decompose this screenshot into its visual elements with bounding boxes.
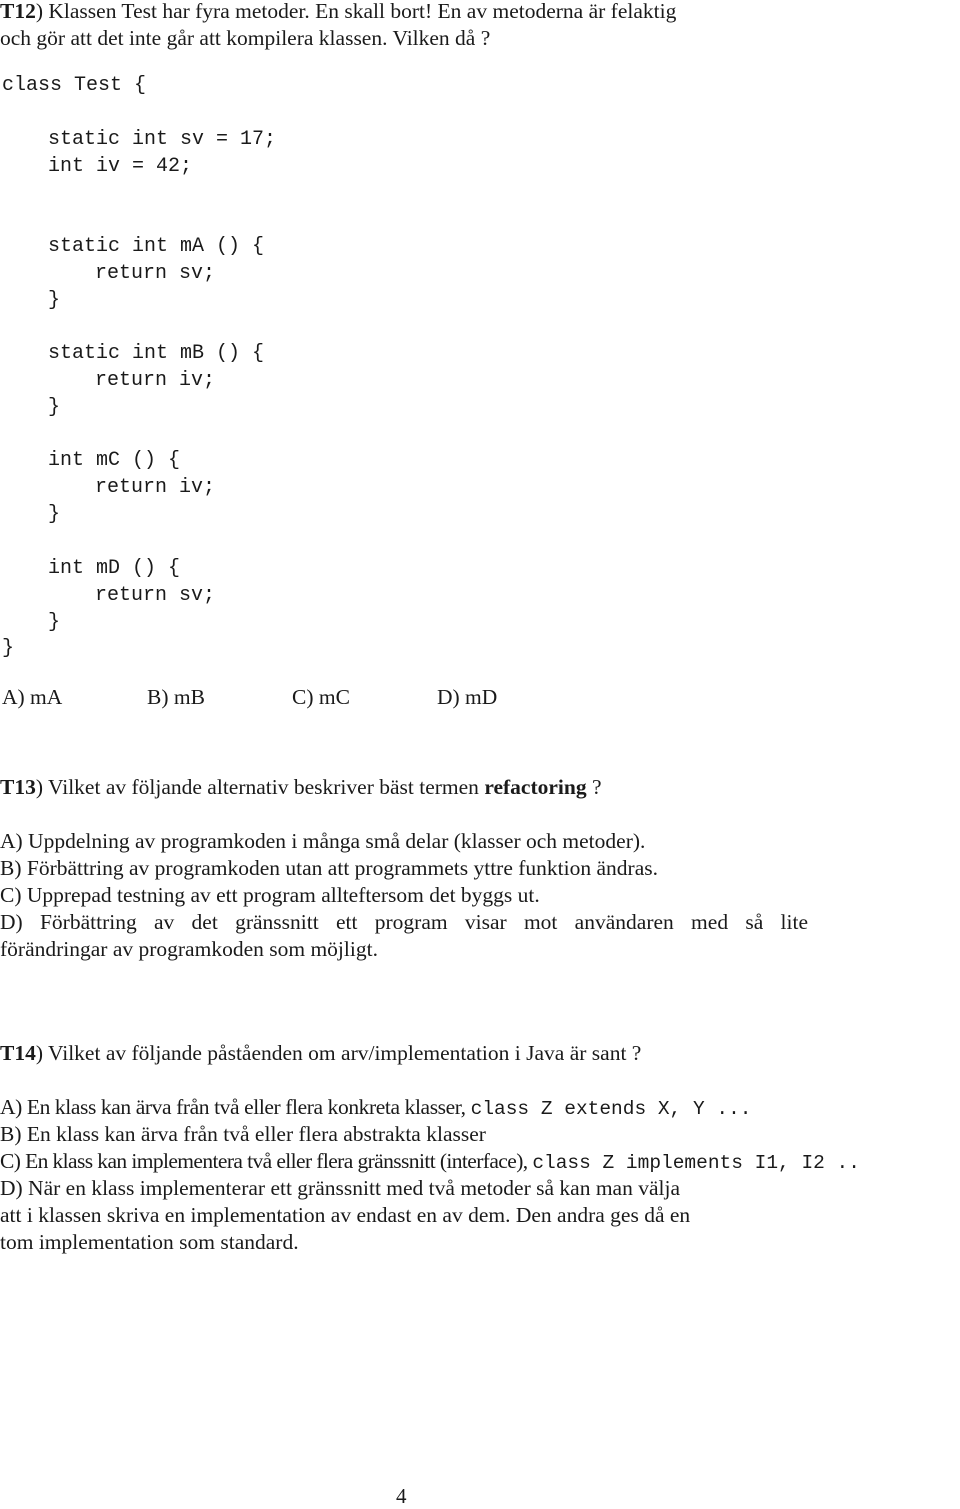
code-line: static int sv = 17;: [48, 128, 277, 151]
code-line: }: [48, 396, 61, 419]
t14-option-c-text: C) En klass kan implementera två eller f…: [0, 1149, 533, 1173]
t13-option-d-cont: förändringar av programkoden som möjligt…: [0, 937, 378, 961]
t14-option-a: A) En klass kan ärva från två eller fler…: [0, 1094, 751, 1123]
page-number: 4: [396, 1484, 407, 1508]
t13-term: refactoring: [484, 775, 587, 799]
t12-label: T12: [0, 0, 36, 23]
code-line: }: [2, 637, 15, 660]
code-line: return sv;: [95, 584, 216, 607]
t13-option-d: D) Förbättring av det gränssnitt ett pro…: [0, 910, 808, 934]
t13-option-a: A) Uppdelning av programkoden i många sm…: [0, 829, 646, 853]
t12-option-a: A) mA: [2, 685, 63, 709]
t12-question-line-1: T12) Klassen Test har fyra metoder. En s…: [0, 0, 676, 25]
t12-option-b: B) mB: [147, 685, 205, 709]
t12-option-d: D) mD: [437, 685, 498, 709]
code-line: return sv;: [95, 262, 216, 285]
code-line: }: [48, 289, 61, 312]
t12-option-c: C) mC: [292, 685, 350, 709]
t13-question-end: ?: [586, 775, 602, 799]
t14-option-c-code: class Z implements I1, I2 ..: [532, 1152, 860, 1174]
t13-option-c: C) Upprepad testning av ett program allt…: [0, 883, 540, 907]
code-line: int iv = 42;: [48, 155, 193, 178]
t14-option-d-cont-2: tom implementation som standard.: [0, 1230, 299, 1254]
t14-option-a-code: class Z extends X, Y ...: [470, 1098, 752, 1120]
t13-question: T13) Vilket av följande alternativ beskr…: [0, 774, 602, 801]
code-line: static int mB () {: [48, 342, 265, 365]
t14-option-d: D) När en klass implementerar ett gränss…: [0, 1176, 681, 1200]
code-line: class Test {: [2, 74, 147, 97]
t14-label: T14: [0, 1041, 36, 1065]
code-line: }: [48, 503, 61, 526]
code-line: return iv;: [95, 369, 216, 392]
t13-label: T13: [0, 775, 36, 799]
t14-option-a-text: A) En klass kan ärva från två eller fler…: [0, 1095, 471, 1119]
t14-question-text: ) Vilket av följande påståenden om arv/i…: [35, 1041, 642, 1065]
code-line: static int mA () {: [48, 235, 265, 258]
t12-question-line-2: och gör att det inte går att kompilera k…: [0, 26, 491, 50]
t13-question-text: ) Vilket av följande alternativ beskrive…: [35, 775, 485, 799]
t14-question: T14) Vilket av följande påståenden om ar…: [0, 1040, 641, 1067]
t14-option-d-cont-1: att i klassen skriva en implementation a…: [0, 1203, 691, 1227]
t14-option-b: B) En klass kan ärva från två eller fler…: [0, 1122, 486, 1146]
code-line: return iv;: [95, 476, 216, 499]
code-line: }: [48, 611, 61, 634]
t12-question-text: ) Klassen Test har fyra metoder. En skal…: [35, 0, 677, 23]
t13-option-b: B) Förbättring av programkoden utan att …: [0, 856, 658, 880]
t14-option-c: C) En klass kan implementera två eller f…: [0, 1148, 860, 1177]
code-line: int mD () {: [48, 557, 181, 580]
code-line: int mC () {: [48, 449, 181, 472]
